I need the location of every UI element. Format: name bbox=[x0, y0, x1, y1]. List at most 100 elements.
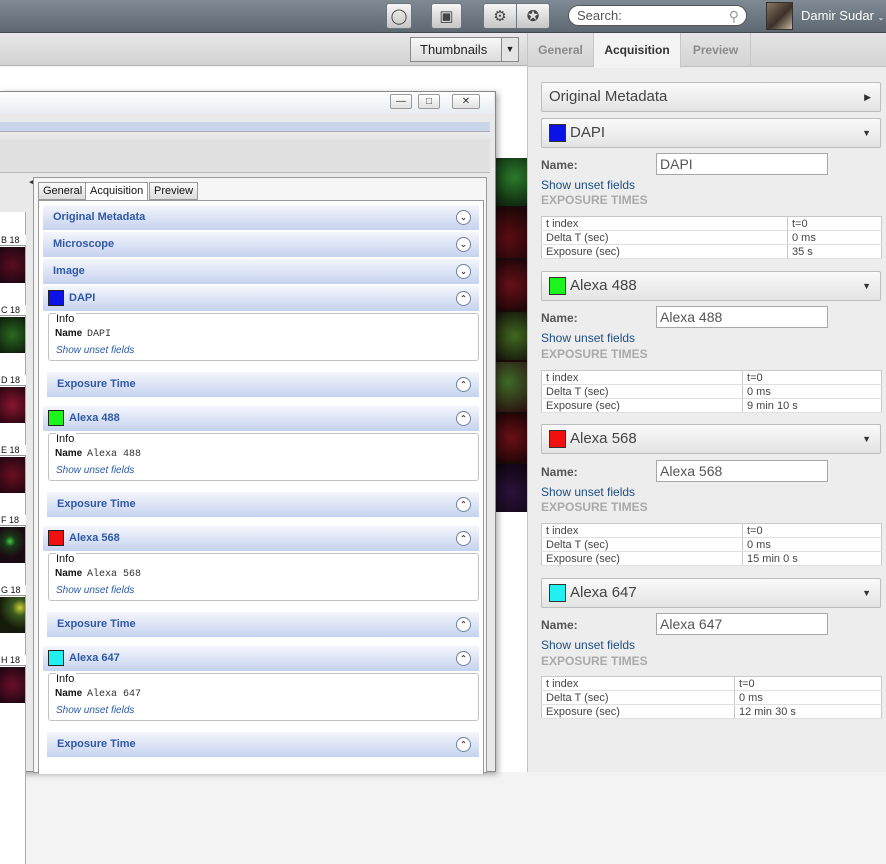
user-menu[interactable]: Damir Sudar ⌄ bbox=[801, 8, 884, 23]
show-unset-fields-link[interactable]: Show unset fields bbox=[541, 178, 635, 192]
thumbnail-image[interactable] bbox=[0, 667, 25, 703]
dialog-titlebar[interactable]: — □ ✕ bbox=[0, 92, 494, 114]
info-label: Info bbox=[56, 673, 77, 685]
name-value[interactable]: DAPI bbox=[87, 329, 111, 340]
maximize-icon[interactable]: □ bbox=[418, 94, 440, 109]
collapse-icon[interactable]: ⌃ bbox=[456, 411, 471, 426]
star-icon[interactable]: ✪ bbox=[516, 3, 550, 29]
show-unset-fields-link[interactable]: Show unset fields bbox=[541, 485, 635, 499]
search-icon[interactable]: ⚲ bbox=[729, 7, 739, 26]
channel-info-box: Info Name Alexa 568 Show unset fields bbox=[48, 553, 479, 601]
channel-name-field[interactable]: DAPI bbox=[656, 153, 828, 175]
thumbnail-label: B 18 bbox=[0, 235, 26, 246]
show-unset-fields-link[interactable]: Show unset fields bbox=[56, 705, 134, 716]
name-value[interactable]: Alexa 647 bbox=[87, 689, 141, 700]
table-cell: Delta T (sec) bbox=[541, 384, 743, 399]
strip-image[interactable] bbox=[496, 414, 527, 462]
thumbnail-image[interactable] bbox=[0, 387, 25, 423]
show-unset-fields-link[interactable]: Show unset fields bbox=[541, 638, 635, 652]
top-bar: ◯ ▣ ⚙ ✪ Search: ⚲ Damir Sudar ⌄ bbox=[0, 0, 886, 33]
name-label: Name bbox=[55, 448, 83, 459]
dialog-tab-general[interactable]: General bbox=[38, 182, 88, 200]
channel-bar-dapi[interactable]: DAPI ▼ bbox=[541, 118, 881, 148]
dialog-header-strip bbox=[0, 122, 490, 132]
show-unset-fields-link[interactable]: Show unset fields bbox=[541, 331, 635, 345]
table-row: Delta T (sec) 0 ms bbox=[541, 384, 882, 399]
thumbnail-image[interactable] bbox=[0, 247, 25, 283]
expand-icon[interactable]: ⌄ bbox=[456, 237, 471, 252]
name-value[interactable]: Alexa 488 bbox=[87, 449, 141, 460]
tab-preview[interactable]: Preview bbox=[681, 33, 751, 67]
channel-header-dapi[interactable]: DAPI ⌃ bbox=[43, 286, 479, 311]
section-microscope[interactable]: Microscope ⌄ bbox=[43, 232, 479, 257]
channel-header-alexa-647[interactable]: Alexa 647 ⌃ bbox=[43, 646, 479, 671]
expand-icon[interactable]: ⌄ bbox=[456, 264, 471, 279]
section-title: Image bbox=[53, 265, 85, 277]
thumbnail-image[interactable] bbox=[0, 597, 25, 633]
section-title: Microscope bbox=[53, 238, 115, 250]
collapse-icon[interactable]: ⌃ bbox=[456, 737, 471, 752]
exposure-time-header[interactable]: Exposure Time ⌃ bbox=[47, 612, 479, 637]
channel-header-alexa-488[interactable]: Alexa 488 ⌃ bbox=[43, 406, 479, 431]
name-value[interactable]: Alexa 568 bbox=[87, 569, 141, 580]
close-icon[interactable]: ✕ bbox=[452, 94, 480, 109]
table-cell: 0 ms bbox=[734, 690, 882, 705]
settings-icon[interactable]: ⚙ bbox=[483, 3, 517, 29]
right-metadata-panel: General Acquisition Preview Original Met… bbox=[527, 33, 886, 772]
original-metadata-bar[interactable]: Original Metadata ▶ bbox=[541, 82, 881, 112]
view-mode-select[interactable]: Thumbnails ▼ bbox=[410, 37, 519, 62]
dialog-tab-preview[interactable]: Preview bbox=[149, 182, 199, 200]
basket-icon[interactable]: ▣ bbox=[431, 3, 462, 29]
table-cell: 0 ms bbox=[787, 230, 882, 245]
expand-icon[interactable]: ⌄ bbox=[456, 210, 471, 225]
channel-color-swatch bbox=[48, 530, 64, 546]
user-name: Damir Sudar bbox=[801, 8, 874, 23]
minimize-icon[interactable]: — bbox=[390, 94, 412, 109]
thumbnail-image[interactable] bbox=[0, 457, 25, 493]
collapse-icon[interactable]: ⌃ bbox=[456, 531, 471, 546]
collapse-icon[interactable]: ⌃ bbox=[456, 377, 471, 392]
strip-image[interactable] bbox=[496, 208, 527, 258]
thumbnail-image[interactable] bbox=[0, 317, 25, 353]
table-cell: Exposure (sec) bbox=[541, 704, 735, 719]
avatar[interactable] bbox=[766, 2, 793, 30]
tab-acquisition[interactable]: Acquisition bbox=[594, 33, 681, 68]
show-unset-fields-link[interactable]: Show unset fields bbox=[56, 585, 134, 596]
collapse-icon[interactable]: ⌃ bbox=[456, 497, 471, 512]
strip-image[interactable] bbox=[496, 312, 527, 360]
info-label: Info bbox=[56, 553, 77, 565]
exposure-time-header[interactable]: Exposure Time ⌃ bbox=[47, 492, 479, 517]
show-unset-fields-link[interactable]: Show unset fields bbox=[56, 345, 134, 356]
collapse-icon[interactable]: ⌃ bbox=[456, 651, 471, 666]
strip-image[interactable] bbox=[496, 464, 527, 512]
lightbulb-icon[interactable]: ◯ bbox=[386, 3, 412, 29]
channel-header-alexa-568[interactable]: Alexa 568 ⌃ bbox=[43, 526, 479, 551]
thumbnail-column: B 18 C 18 D 18 E 18 F 18 G 18 H 18 bbox=[0, 212, 26, 864]
strip-image[interactable] bbox=[496, 158, 527, 206]
dialog-tab-acquisition[interactable]: Acquisition bbox=[85, 182, 149, 201]
tab-general[interactable]: General bbox=[528, 33, 594, 67]
section-image[interactable]: Image ⌄ bbox=[43, 259, 479, 284]
show-unset-fields-link[interactable]: Show unset fields bbox=[56, 465, 134, 476]
chevron-down-icon[interactable]: ▼ bbox=[501, 38, 518, 61]
channel-bar-alexa-488[interactable]: Alexa 488 ▼ bbox=[541, 271, 881, 301]
strip-image[interactable] bbox=[496, 260, 527, 310]
exposure-times-heading: EXPOSURE TIMES bbox=[541, 500, 648, 514]
channel-name-field[interactable]: Alexa 647 bbox=[656, 613, 828, 635]
table-cell: Delta T (sec) bbox=[541, 537, 743, 552]
search-input[interactable]: Search: ⚲ bbox=[568, 5, 747, 26]
channel-name-field[interactable]: Alexa 488 bbox=[656, 306, 828, 328]
name-label: Name bbox=[55, 328, 83, 339]
channel-title: DAPI bbox=[570, 124, 606, 141]
channel-title: Alexa 488 bbox=[69, 412, 120, 424]
collapse-icon[interactable]: ⌃ bbox=[456, 291, 471, 306]
thumbnail-image[interactable] bbox=[0, 527, 25, 563]
strip-image[interactable] bbox=[496, 362, 527, 412]
channel-name-field[interactable]: Alexa 568 bbox=[656, 460, 828, 482]
section-original-metadata[interactable]: Original Metadata ⌄ bbox=[43, 205, 479, 230]
exposure-time-header[interactable]: Exposure Time ⌃ bbox=[47, 732, 479, 757]
exposure-time-header[interactable]: Exposure Time ⌃ bbox=[47, 372, 479, 397]
channel-bar-alexa-647[interactable]: Alexa 647 ▼ bbox=[541, 578, 881, 608]
channel-bar-alexa-568[interactable]: Alexa 568 ▼ bbox=[541, 424, 881, 454]
collapse-icon[interactable]: ⌃ bbox=[456, 617, 471, 632]
